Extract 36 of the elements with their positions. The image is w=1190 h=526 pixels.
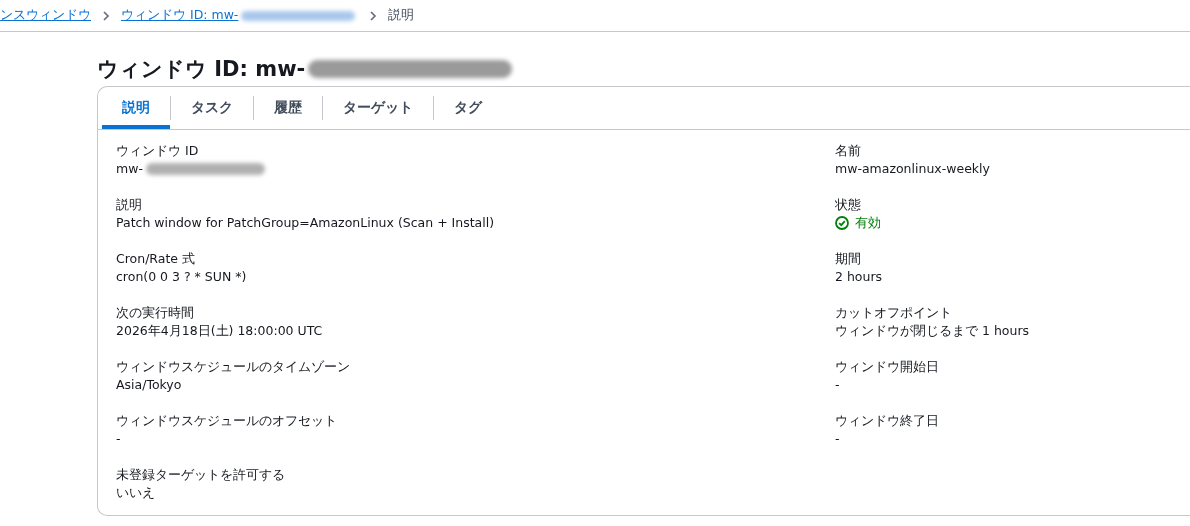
tab[interactable]: タスク (171, 87, 253, 129)
field-label: カットオフポイント (835, 304, 953, 322)
tab[interactable]: タグ (434, 87, 502, 129)
check-circle-icon (835, 216, 849, 230)
field-value: Asia/Tokyo (116, 376, 182, 394)
field-value: 2026年4月18日(土) 18:00:00 UTC (116, 322, 323, 340)
field-label: 説明 (116, 196, 143, 214)
field-value: - (116, 430, 121, 448)
field-label: Cron/Rate 式 (116, 250, 196, 268)
field-label: ウィンドウ開始日 (835, 358, 940, 376)
field-label: ウィンドウスケジュールのオフセット (116, 412, 338, 430)
field-value: いいえ (116, 484, 155, 502)
tab[interactable]: 履歴 (254, 87, 322, 129)
field-label: ウィンドウスケジュールのタイムゾーン (116, 358, 351, 376)
tab[interactable]: ターゲット (323, 87, 433, 129)
status-text: 有効 (855, 214, 881, 232)
breadcrumb-current: 説明 (388, 7, 415, 24)
field-value: mw-amazonlinux-weekly (835, 160, 990, 178)
field-label: 次の実行時間 (116, 304, 195, 322)
field-label: 未登録ターゲットを許可する (116, 466, 286, 484)
field-value: - (835, 376, 840, 394)
field-label: 状態 (835, 196, 862, 214)
field-label: 期間 (835, 250, 862, 268)
chevron-icon (101, 9, 111, 22)
field-label: ウィンドウ終了日 (835, 412, 940, 430)
field-value: ウィンドウが閉じるまで 1 hours (835, 322, 1030, 340)
chevron-icon (368, 9, 379, 22)
field-value: cron(0 0 3 ? * SUN *) (116, 268, 247, 286)
field-label: ウィンドウ ID (116, 142, 200, 160)
tab[interactable]: 説明 (102, 87, 170, 129)
field-value: mw- (116, 160, 143, 178)
field-label: 名前 (835, 142, 862, 160)
field-value: 2 hours (835, 268, 883, 286)
field-value: - (835, 430, 840, 448)
page-title: ウィンドウ ID: mw- (97, 56, 306, 83)
field-value: Patch window for PatchGroup=AmazonLinux (Scan + Install) (116, 214, 495, 232)
